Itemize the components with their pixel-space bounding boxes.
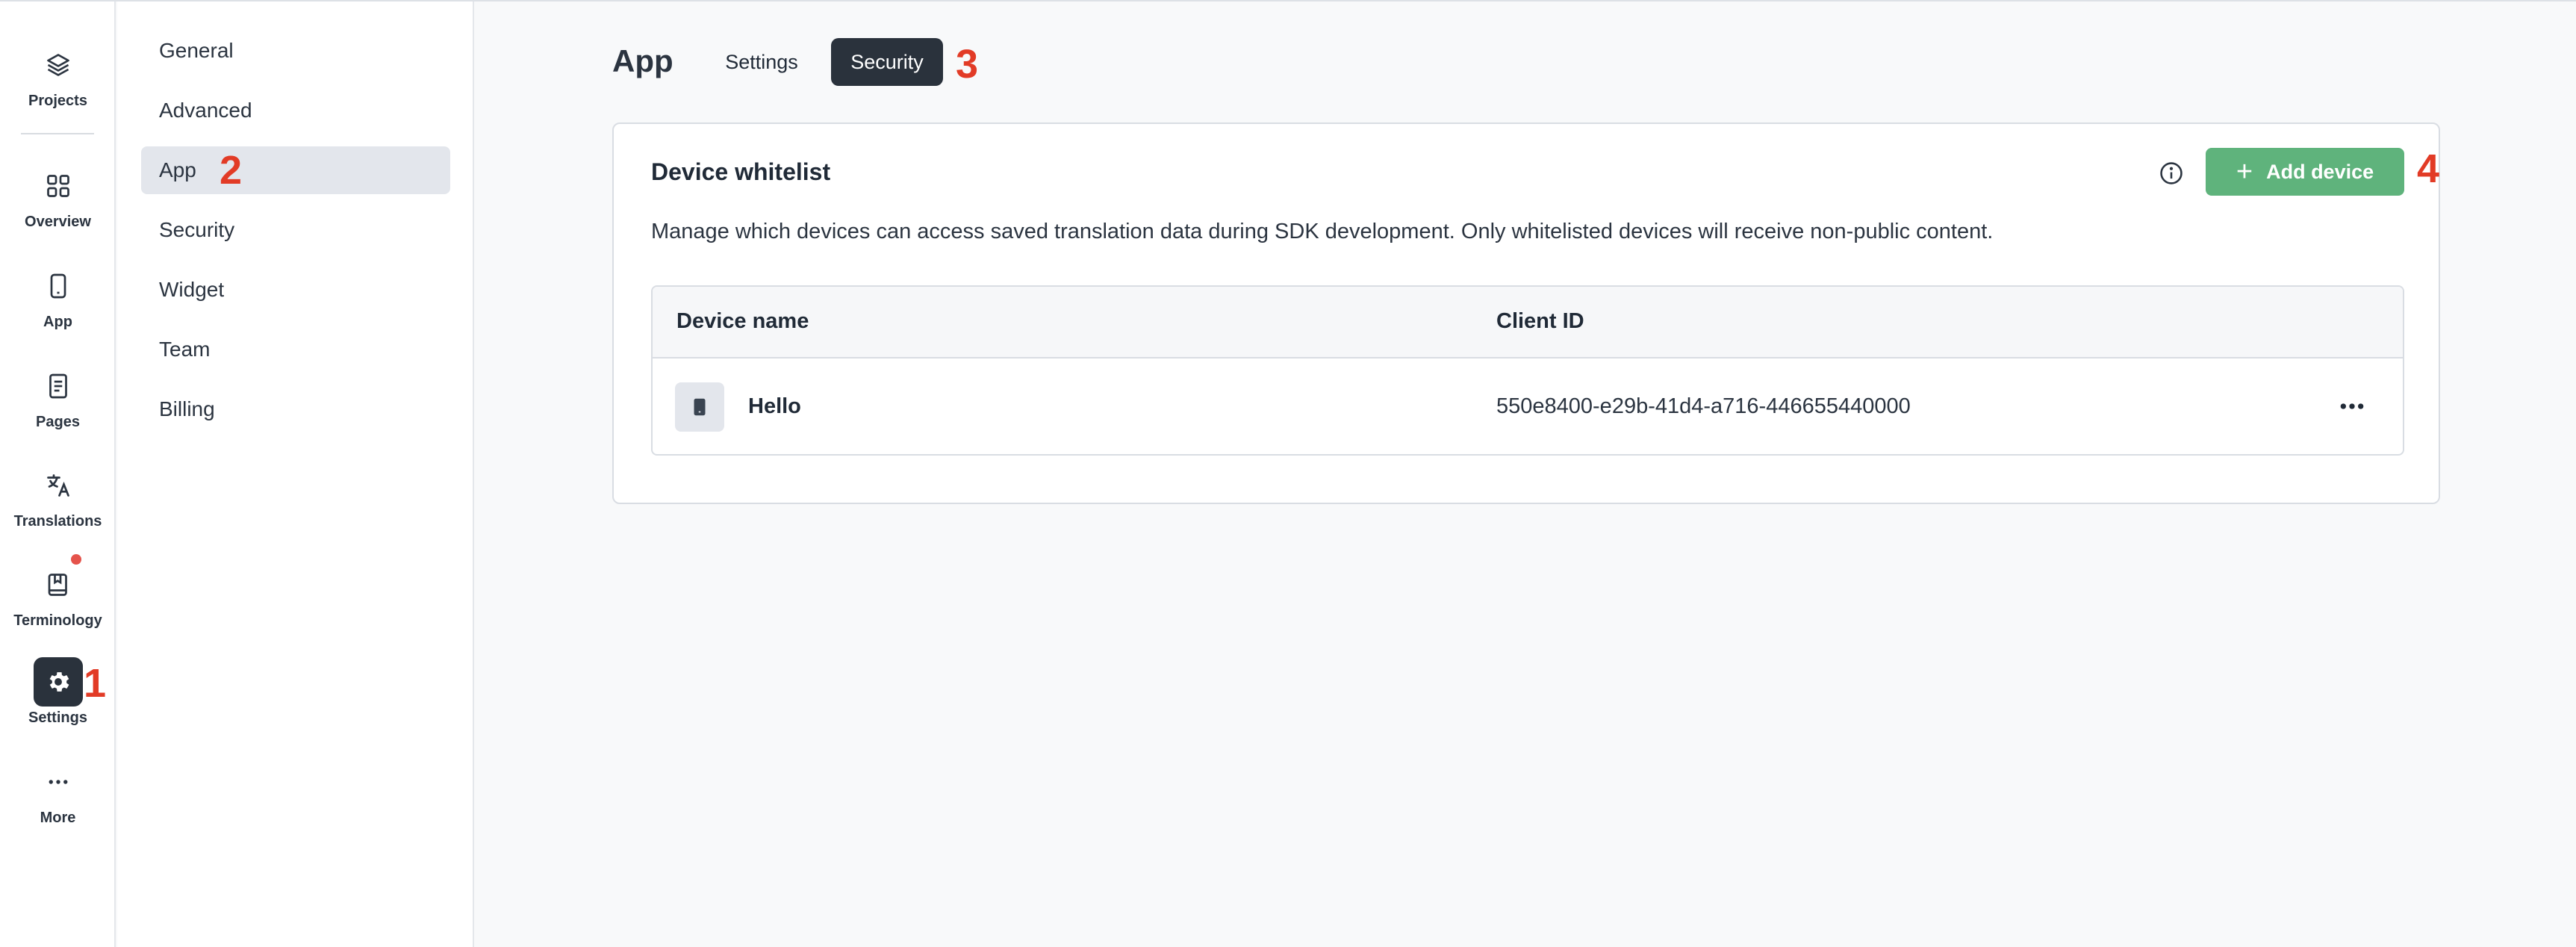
rail-label-settings: Settings (28, 710, 87, 726)
app-window: Projects Overview App Pages Translations… (0, 0, 2576, 947)
device-table: Device name Client ID Hello 550e8400-e29… (651, 285, 2404, 456)
rail-label-projects: Projects (28, 93, 87, 109)
client-id-cell: 550e8400-e29b-41d4-a716-446655440000 (1496, 394, 1911, 418)
subnav-item-general[interactable]: General (141, 27, 450, 75)
table-header: Device name Client ID (653, 287, 2403, 358)
gear-icon (33, 657, 83, 707)
rail-divider (21, 133, 94, 134)
rail-label-pages: Pages (36, 414, 80, 430)
rail-item-overview[interactable]: Overview (0, 161, 116, 243)
subnav-item-security[interactable]: Security (141, 206, 450, 254)
notification-dot (70, 554, 81, 565)
annotation-number: 4 (2417, 146, 2440, 191)
subnav-item-billing[interactable]: Billing (141, 385, 450, 433)
info-button[interactable] (2156, 158, 2186, 188)
grid-icon (34, 161, 83, 211)
subnav-item-app[interactable]: App (141, 146, 450, 194)
column-header-client-id: Client ID (1496, 309, 1584, 333)
add-device-button[interactable]: + Add device (2206, 148, 2404, 196)
more-icon (34, 757, 83, 807)
annotation-number: 3 (956, 42, 979, 87)
info-icon (2160, 162, 2183, 184)
rail-label-terminology: Terminology (13, 612, 102, 629)
card-description: Manage which devices can access saved tr… (651, 220, 1994, 243)
tab-security[interactable]: Security (831, 38, 943, 86)
subnav-item-widget[interactable]: Widget (141, 266, 450, 314)
rail-label-app: App (43, 314, 72, 330)
annotation-number: 1 (84, 661, 107, 706)
column-header-device-name: Device name (676, 309, 809, 333)
rail-item-pages[interactable]: Pages (0, 361, 116, 444)
device-phone-icon (675, 382, 724, 432)
card-title: Device whitelist (651, 158, 831, 185)
rail-label-more: More (40, 810, 76, 826)
layers-icon (34, 40, 83, 90)
rail-item-translations[interactable]: Translations (0, 461, 116, 543)
page-title: App (612, 43, 673, 78)
translate-icon (34, 461, 83, 510)
rail-item-more[interactable]: More (0, 757, 116, 839)
icon-rail: Projects Overview App Pages Translations… (0, 1, 116, 947)
phone-icon (34, 261, 83, 311)
subnav-item-advanced[interactable]: Advanced (141, 87, 450, 134)
subnav-item-team[interactable]: Team (141, 326, 450, 373)
rail-item-projects[interactable]: Projects (0, 40, 116, 122)
device-whitelist-card: Device whitelist + Add device Manage whi… (612, 122, 2440, 504)
settings-subnav: General Advanced App Security Widget Tea… (117, 1, 474, 947)
rail-label-overview: Overview (25, 214, 91, 230)
annotation-number: 2 (220, 148, 243, 193)
book-icon (34, 554, 83, 609)
row-more-button[interactable] (2331, 391, 2373, 421)
more-horizontal-icon (2340, 403, 2364, 409)
plus-icon: + (2236, 156, 2253, 187)
tab-settings[interactable]: Settings (709, 38, 814, 86)
device-name-cell: Hello (748, 394, 801, 418)
table-row[interactable]: Hello 550e8400-e29b-41d4-a716-4466554400… (653, 358, 2403, 454)
rail-label-translations: Translations (13, 513, 102, 530)
add-device-label: Add device (2266, 160, 2374, 183)
rail-item-app[interactable]: App (0, 261, 116, 344)
rail-item-terminology[interactable]: Terminology (0, 554, 116, 642)
document-icon (34, 361, 83, 411)
